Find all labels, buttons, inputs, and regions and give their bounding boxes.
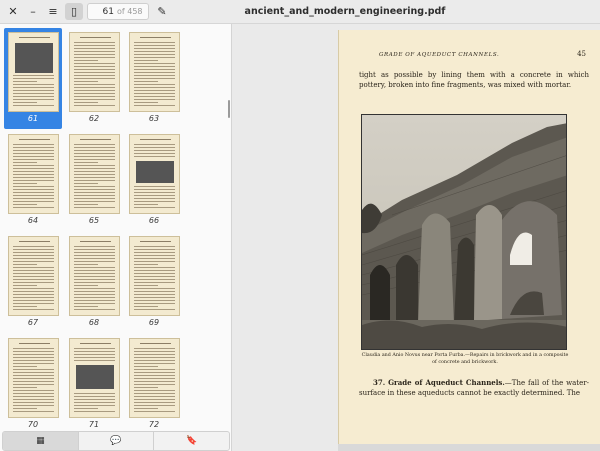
thumbnail-image bbox=[69, 134, 120, 214]
sidebar-scrollbar[interactable] bbox=[228, 100, 230, 118]
minimize-icon: – bbox=[30, 5, 36, 18]
thumbnail-page[interactable]: 63 bbox=[125, 28, 183, 128]
thumbnail-page[interactable]: 64 bbox=[4, 130, 62, 230]
menu-icon: ≡ bbox=[48, 5, 58, 18]
close-icon: ✕ bbox=[8, 5, 18, 18]
thumbnail-page-number: 68 bbox=[88, 318, 100, 327]
thumbnail-page-number: 67 bbox=[27, 318, 39, 327]
thumbnail-sidebar: 61 62 63 64 65 66 67 68 69 70 71 72 ▦ 💬 🔖 bbox=[0, 24, 232, 451]
close-button[interactable]: ✕ bbox=[4, 3, 22, 20]
sidebar-tabs: ▦ 💬 🔖 bbox=[2, 431, 230, 451]
section-number: 37. bbox=[373, 378, 386, 387]
thumbnail-page[interactable]: 71 bbox=[65, 334, 123, 430]
thumbnail-page-number: 70 bbox=[27, 420, 39, 429]
thumbnail-page-number: 64 bbox=[27, 216, 39, 225]
total-pages-label: of 458 bbox=[117, 7, 143, 16]
thumbnail-image bbox=[69, 32, 120, 112]
thumbnail-image bbox=[129, 236, 180, 316]
thumbnail-image bbox=[8, 236, 59, 316]
tab-bookmarks[interactable]: 🔖 bbox=[154, 432, 229, 450]
document-view[interactable]: GRADE OF AQUEDUCT CHANNELS. 45 tight as … bbox=[232, 24, 600, 451]
thumbnail-page[interactable]: 69 bbox=[125, 232, 183, 332]
thumbnail-page-number: 65 bbox=[88, 216, 100, 225]
thumbnail-grid: 61 62 63 64 65 66 67 68 69 70 71 72 bbox=[0, 24, 232, 430]
running-head: GRADE OF AQUEDUCT CHANNELS. bbox=[379, 52, 500, 58]
grid-icon: ▦ bbox=[36, 436, 45, 446]
thumbnail-page[interactable]: 68 bbox=[65, 232, 123, 332]
bookmark-icon: 🔖 bbox=[186, 436, 198, 446]
pdf-page: GRADE OF AQUEDUCT CHANNELS. 45 tight as … bbox=[338, 30, 600, 444]
pencil-icon: ✎ bbox=[157, 5, 167, 18]
thumbnail-page-number: 66 bbox=[148, 216, 160, 225]
main-menu-button[interactable]: ≡ bbox=[44, 3, 62, 20]
minimize-button[interactable]: – bbox=[24, 3, 42, 20]
aqueduct-illustration bbox=[362, 115, 566, 349]
thumbnail-page[interactable]: 65 bbox=[65, 130, 123, 230]
annotate-button[interactable]: ✎ bbox=[153, 3, 171, 20]
thumbnail-image bbox=[69, 338, 120, 418]
thumbnail-image bbox=[8, 134, 59, 214]
tab-annotations[interactable]: 💬 bbox=[79, 432, 155, 450]
thumbnail-image bbox=[129, 338, 180, 418]
page-number: 45 bbox=[577, 50, 586, 58]
section-heading: Grade of Aqueduct Channels. bbox=[388, 378, 505, 387]
sidebar-toggle-button[interactable]: ▯ bbox=[65, 3, 83, 20]
window-title: ancient_and_modern_engineering.pdf bbox=[244, 6, 446, 17]
section-paragraph: 37. Grade of Aqueduct Channels.—The fall… bbox=[359, 378, 589, 398]
thumbnail-page[interactable]: 67 bbox=[4, 232, 62, 332]
current-page-input[interactable]: 61 bbox=[88, 7, 117, 17]
thumbnail-page-number: 71 bbox=[88, 420, 100, 429]
thumbnail-page-number: 69 bbox=[148, 318, 160, 327]
thumbnail-page[interactable]: 70 bbox=[4, 334, 62, 430]
thumbnail-page-number: 61 bbox=[27, 114, 39, 123]
aqueduct-photo bbox=[361, 114, 567, 350]
thumbnail-page[interactable]: 72 bbox=[125, 334, 183, 430]
next-page-edge bbox=[338, 444, 600, 451]
page-body-top: tight as possible by lining them with a … bbox=[359, 71, 589, 89]
thumbnail-page[interactable]: 66 bbox=[125, 130, 183, 230]
comment-icon: 💬 bbox=[110, 436, 122, 446]
thumbnail-image bbox=[8, 32, 59, 112]
thumbnail-image bbox=[69, 236, 120, 316]
thumbnail-image bbox=[129, 134, 180, 214]
thumbnail-page-number: 63 bbox=[148, 114, 160, 123]
page-selector[interactable]: 61 of 458 bbox=[87, 3, 149, 20]
header-bar: ✕ – ≡ ▯ 61 of 458 ✎ ancient_and_modern_e… bbox=[0, 0, 600, 24]
thumbnail-image bbox=[8, 338, 59, 418]
thumbnail-page[interactable]: 61 bbox=[4, 28, 62, 129]
sidebar-icon: ▯ bbox=[70, 5, 78, 18]
thumbnail-page-number: 72 bbox=[148, 420, 160, 429]
thumbnail-image bbox=[129, 32, 180, 112]
thumbnail-page[interactable]: 62 bbox=[65, 28, 123, 128]
tab-thumbnails[interactable]: ▦ bbox=[3, 432, 79, 450]
figure-caption: Claudia and Anio Novus near Porta Furba.… bbox=[361, 353, 569, 365]
thumbnail-page-number: 62 bbox=[88, 114, 100, 123]
